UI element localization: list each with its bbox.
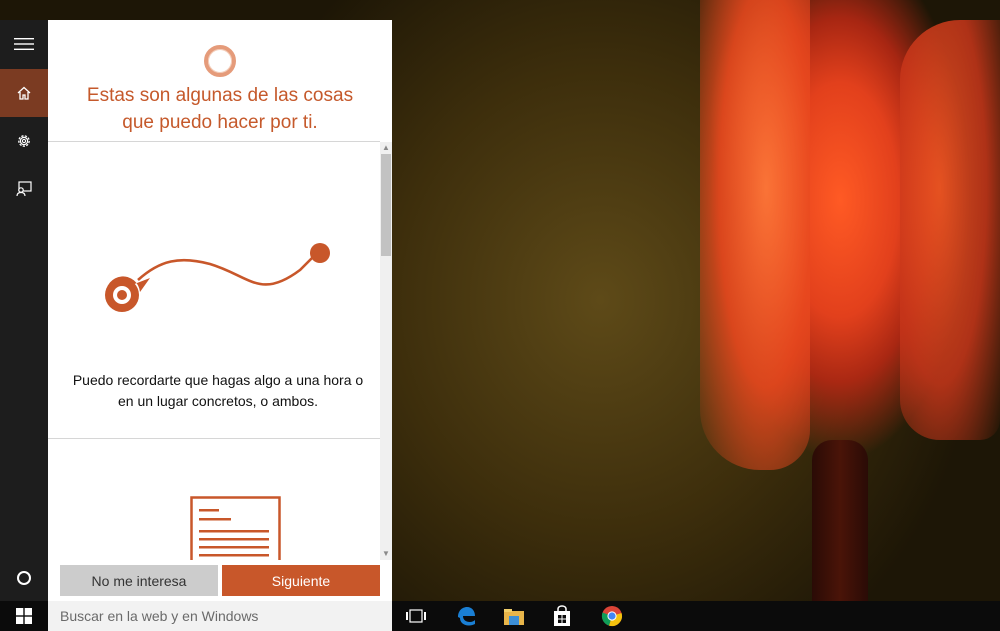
reminder-illustration-icon [105,243,330,312]
heading-line-1: Estas son algunas de las cosas [86,85,354,106]
scroll-down-arrow-icon[interactable]: ▼ [380,548,392,560]
panel-heading: Estas son algunas de las cosas que puedo… [48,82,392,136]
feature-text-line-2: en un lugar concretos, o ambos. [117,393,318,409]
menu-icon [14,38,34,50]
tulip-petal-right [900,20,1000,440]
scroll-thumb[interactable] [381,154,391,256]
panel-scrollbar[interactable]: ▲ ▼ [380,142,392,560]
feature-text-line-1: Puedo recordarte que hagas algo a una ho… [72,372,364,388]
gear-icon [18,135,30,147]
heading-divider [48,141,380,142]
file-explorer-icon [504,609,524,625]
feedback-icon [16,181,32,197]
notebook-illustration-icon [190,496,281,560]
cortana-button[interactable] [0,554,48,602]
settings-button[interactable] [0,117,48,165]
home-icon [17,86,31,100]
tulip-petal-left [700,0,810,470]
hamburger-menu-button[interactable] [0,20,48,68]
taskbar-search-input[interactable]: Buscar en la web y en Windows [48,601,392,631]
heading-line-2: que puedo hacer por ti. [122,112,318,133]
cortana-panel: Estas son algunas de las cosas que puedo… [48,20,392,601]
task-view-button[interactable] [392,601,440,631]
edge-button[interactable] [442,601,490,631]
scroll-up-arrow-icon[interactable]: ▲ [380,142,392,154]
cortana-circle-icon [17,571,31,585]
start-button[interactable] [0,601,48,631]
feature-divider [48,438,380,439]
store-icon [554,605,570,626]
not-interested-button[interactable]: No me interesa [60,565,218,596]
home-button[interactable] [0,69,48,117]
task-view-icon [406,609,426,623]
taskbar: Buscar en la web y en Windows [0,601,1000,631]
store-button[interactable] [538,601,586,631]
edge-icon [458,607,475,626]
tulip-stem [812,440,868,610]
feature-description: Puedo recordarte que hagas algo a una ho… [58,370,378,412]
cortana-logo-icon [204,45,236,77]
feedback-button[interactable] [0,165,48,213]
next-button[interactable]: Siguiente [222,565,380,596]
file-explorer-button[interactable] [490,601,538,631]
windows-logo-icon [16,608,32,624]
cortana-nav-rail [0,20,48,601]
chrome-button[interactable] [588,601,636,631]
chrome-icon [601,606,622,627]
